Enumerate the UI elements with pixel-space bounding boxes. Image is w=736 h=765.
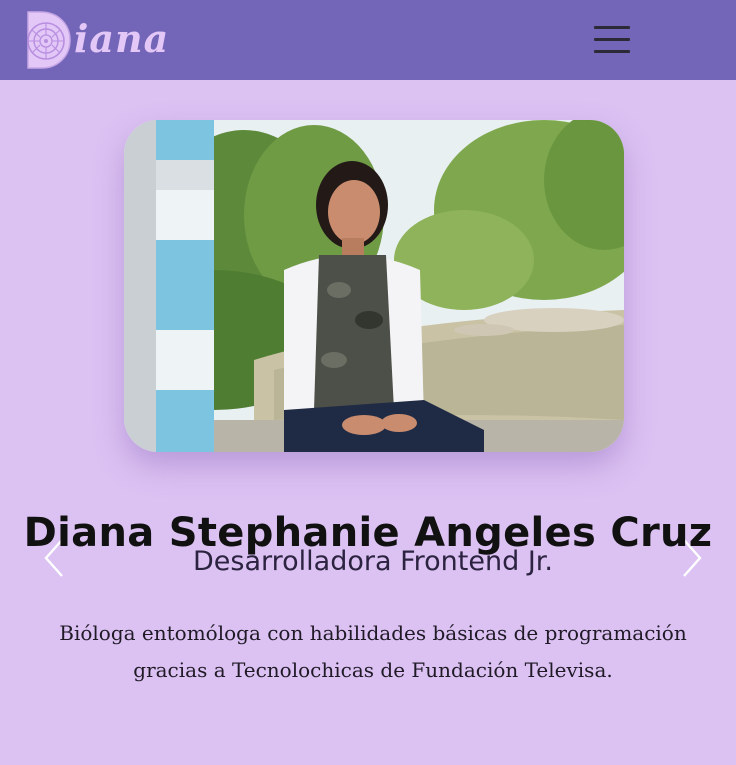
ammonite-logo-icon (27, 11, 71, 69)
hamburger-line (594, 50, 630, 53)
hamburger-line (594, 26, 630, 29)
profile-carousel: Diana Stephanie Angeles Cruz Desarrollad… (0, 80, 736, 765)
hamburger-menu-button[interactable] (590, 22, 634, 56)
profile-photo (124, 120, 624, 452)
profile-photo-image (124, 120, 624, 452)
profile-role: Desarrolladora Frontend Jr. (192, 546, 553, 577)
logo-link[interactable]: iana (22, 6, 169, 72)
logo-text: iana (74, 16, 170, 61)
profile-description: Bióloga entomóloga con habilidades básic… (59, 621, 687, 682)
top-navbar: iana (0, 0, 736, 80)
hamburger-line (594, 38, 630, 41)
